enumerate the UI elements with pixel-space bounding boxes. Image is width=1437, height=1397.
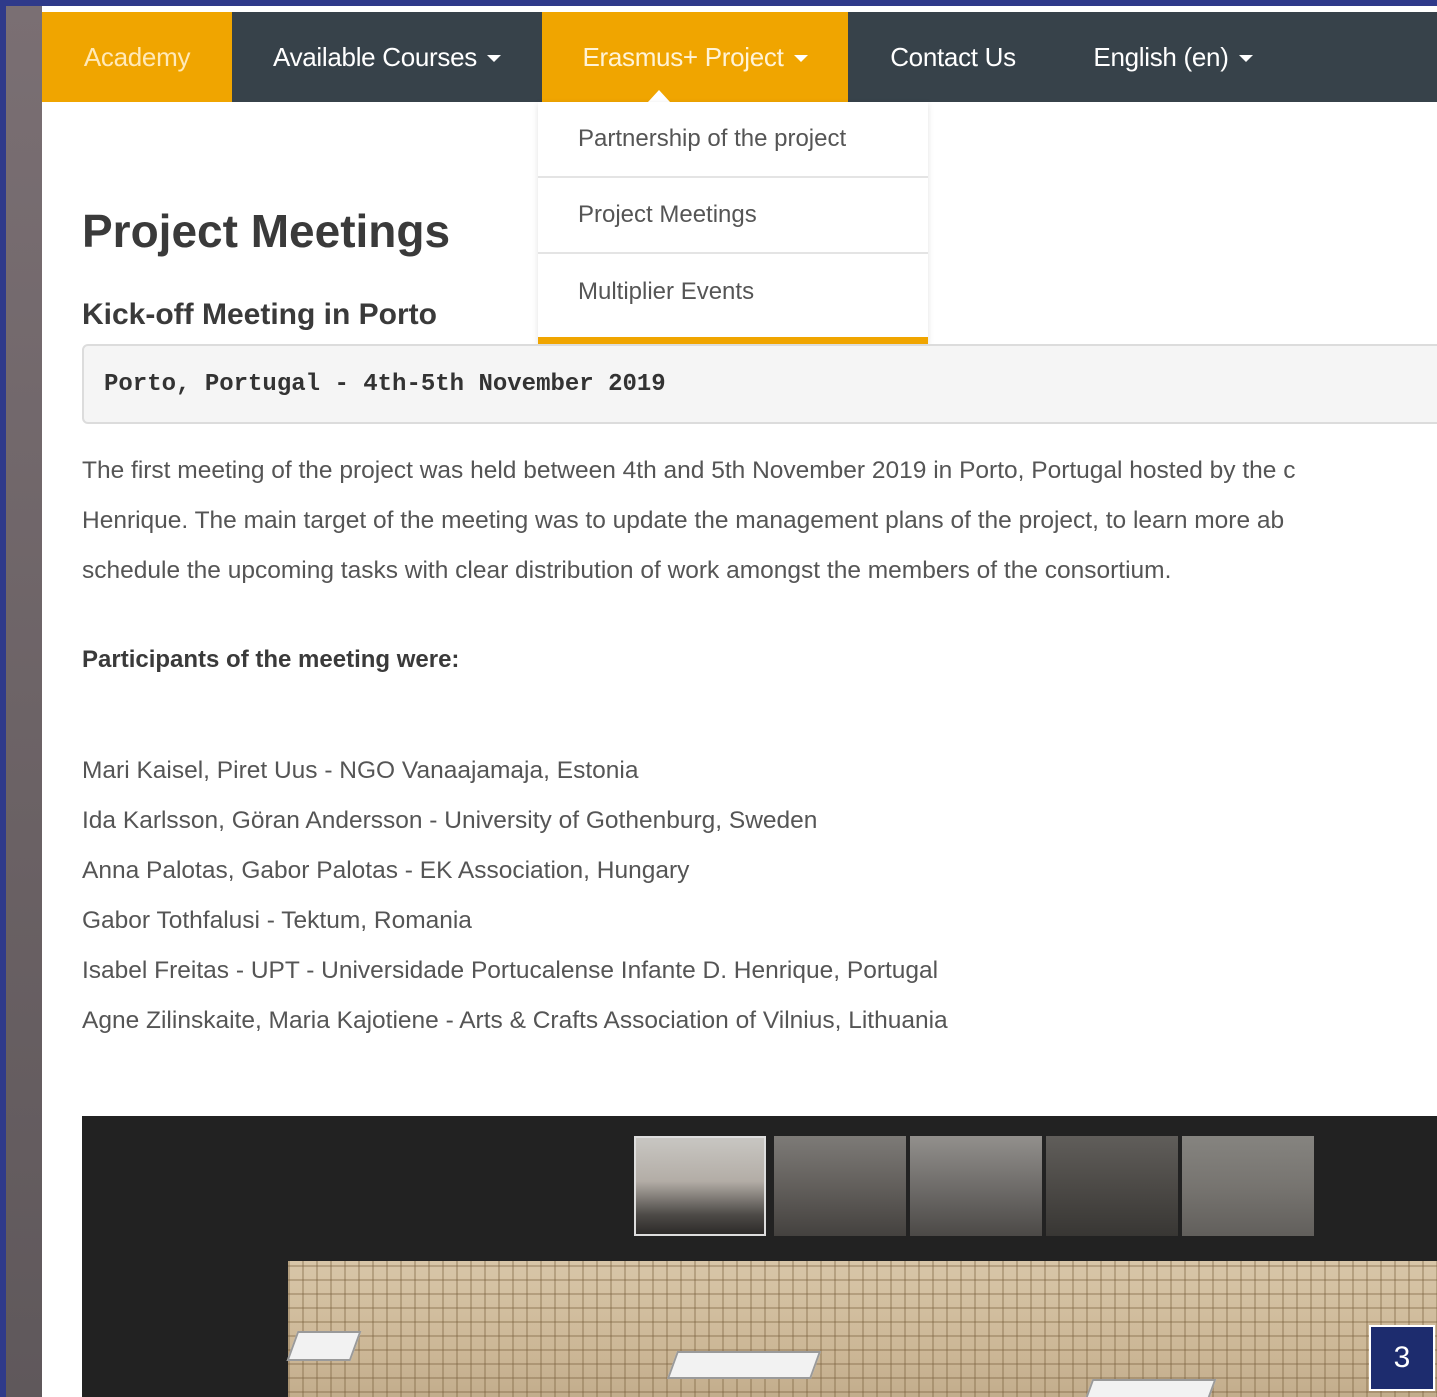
ceiling-light-shape: [666, 1351, 822, 1379]
gallery-thumbnail[interactable]: [1182, 1136, 1314, 1236]
nav-erasmus-project-menu[interactable]: Erasmus+ Project: [542, 12, 848, 102]
nav-language-menu[interactable]: English (en): [1058, 12, 1288, 102]
list-item: Anna Palotas, Gabor Palotas - EK Associa…: [82, 857, 690, 884]
location-date-text: Porto, Portugal - 4th-5th November 2019: [104, 370, 666, 398]
page-title: Project Meetings: [82, 205, 451, 257]
nav-courses-label: Available Courses: [273, 41, 477, 72]
nav-contact-us-link[interactable]: Contact Us: [848, 12, 1058, 102]
list-item: Gabor Tothfalusi - Tektum, Romania: [82, 907, 472, 934]
dropdown-item-multiplier-events[interactable]: Multiplier Events: [538, 254, 928, 330]
left-edge-strip: [6, 6, 42, 1397]
gallery-thumbnail[interactable]: [774, 1136, 906, 1236]
dropdown-pointer-icon: [648, 90, 670, 102]
meeting-title: Kick-off Meeting in Porto: [82, 298, 437, 331]
list-item: Isabel Freitas - UPT - Universidade Port…: [82, 957, 939, 984]
gallery-thumbnail[interactable]: [1046, 1136, 1178, 1236]
photo-gallery: [82, 1116, 1437, 1397]
ceiling-light-shape: [286, 1331, 362, 1361]
ceiling-light-shape: [1083, 1379, 1217, 1397]
nav-erasmus-label: Erasmus+ Project: [582, 41, 784, 72]
nav-contact-label: Contact Us: [890, 41, 1016, 72]
caret-down-icon: [486, 54, 501, 62]
erasmus-dropdown-menu: Partnership of the project Project Meeti…: [538, 102, 928, 344]
location-date-box: Porto, Portugal - 4th-5th November 2019: [82, 344, 1437, 424]
participant-list: Mari Kaisel, Piret Uus - NGO Vanaajamaja…: [82, 746, 948, 1046]
dropdown-item-partnership[interactable]: Partnership of the project: [538, 102, 928, 178]
description-line: schedule the upcoming tasks with clear d…: [82, 557, 1172, 584]
caret-down-icon: [793, 54, 808, 62]
gallery-thumbnail-selected[interactable]: [634, 1136, 766, 1236]
caret-down-icon: [1238, 54, 1253, 62]
description-line: Henrique. The main target of the meeting…: [82, 507, 1285, 534]
nav-academy-label: Academy: [83, 41, 191, 72]
description-line: The first meeting of the project was hel…: [82, 457, 1296, 484]
main-navbar: Academy Available Courses Erasmus+ Proje…: [42, 12, 1437, 102]
nav-language-label: English (en): [1093, 41, 1229, 72]
nav-available-courses-menu[interactable]: Available Courses: [232, 12, 542, 102]
meeting-description: The first meeting of the project was hel…: [82, 446, 1437, 596]
browser-frame: Academy Available Courses Erasmus+ Proje…: [6, 6, 1437, 1397]
list-item: Agne Zilinskaite, Maria Kajotiene - Arts…: [82, 1007, 948, 1034]
nav-academy-link[interactable]: Academy: [42, 12, 232, 102]
page-number-badge: 3: [1369, 1325, 1435, 1391]
participants-heading: Participants of the meeting were:: [82, 646, 460, 673]
list-item: Mari Kaisel, Piret Uus - NGO Vanaajamaja…: [82, 757, 639, 784]
gallery-thumbnail[interactable]: [910, 1136, 1042, 1236]
list-item: Ida Karlsson, Göran Andersson - Universi…: [82, 807, 818, 834]
gallery-main-photo[interactable]: [286, 1261, 1437, 1397]
dropdown-item-project-meetings[interactable]: Project Meetings: [538, 178, 928, 254]
